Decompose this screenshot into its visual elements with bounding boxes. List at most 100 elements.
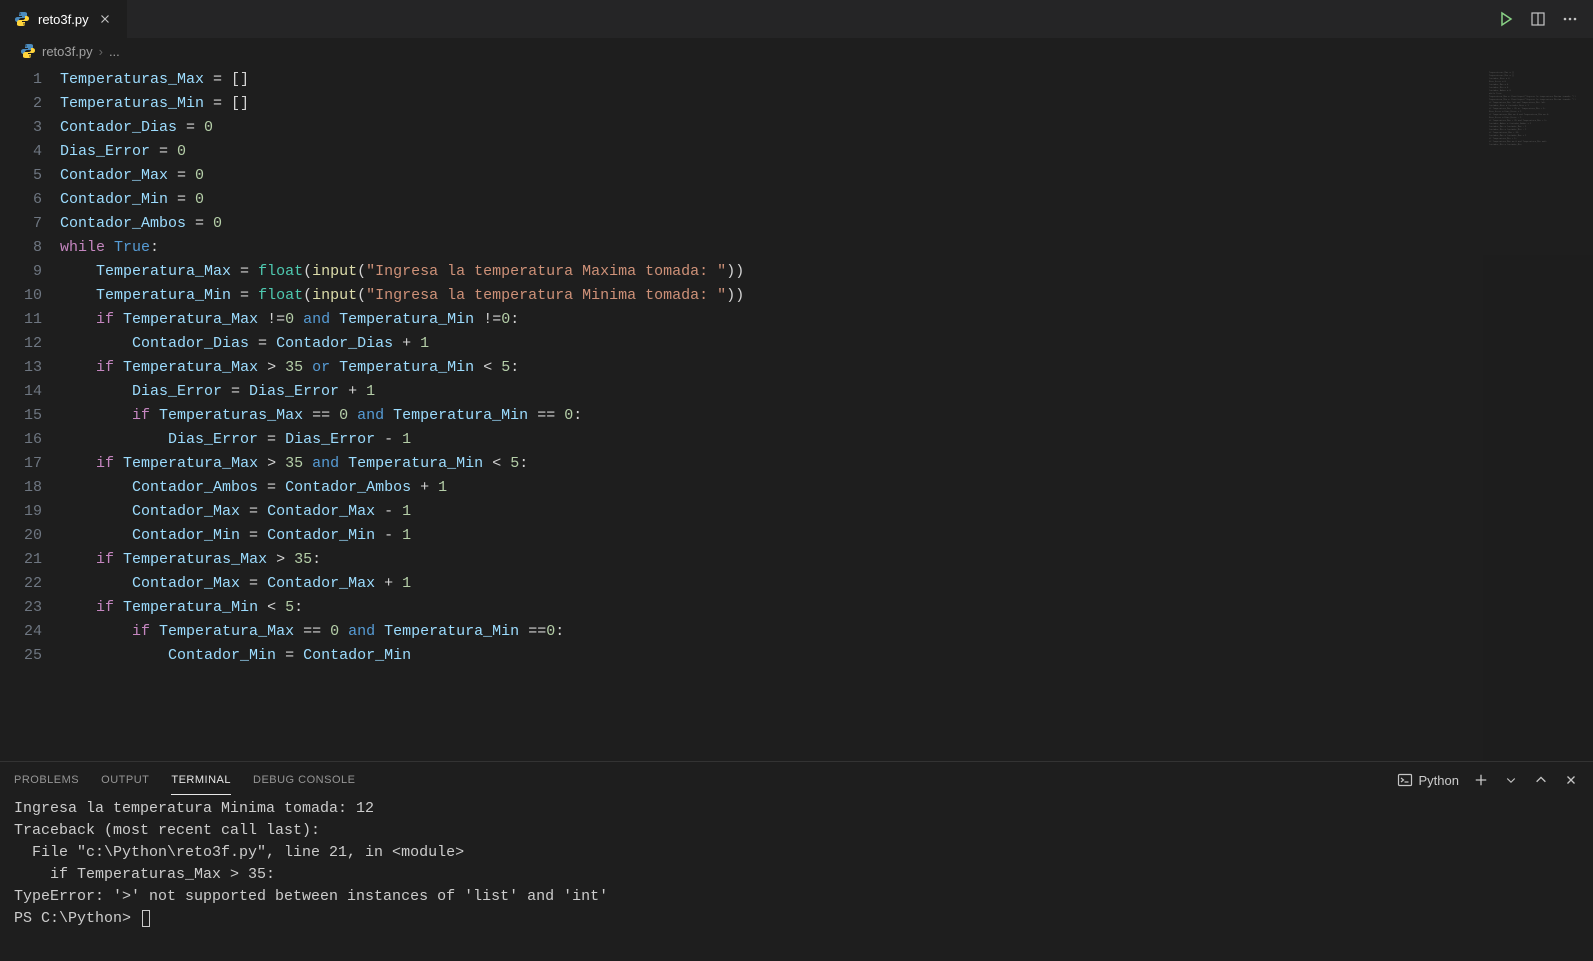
code-content: Contador_Dias = Contador_Dias + 1 — [60, 332, 1483, 356]
tab-problems[interactable]: PROBLEMS — [14, 766, 79, 795]
terminal-prompt[interactable]: PS C:\Python> — [14, 908, 1579, 930]
line-number: 23 — [0, 596, 60, 620]
chevron-right-icon: › — [99, 44, 103, 59]
code-content: Contador_Max = 0 — [60, 164, 1483, 188]
editor-actions — [1497, 10, 1593, 28]
line-number: 7 — [0, 212, 60, 236]
code-line[interactable]: 19 Contador_Max = Contador_Max - 1 — [0, 500, 1483, 524]
line-number: 4 — [0, 140, 60, 164]
line-number: 1 — [0, 68, 60, 92]
code-line[interactable]: 22 Contador_Max = Contador_Max + 1 — [0, 572, 1483, 596]
code-content: Temperaturas_Max = [] — [60, 68, 1483, 92]
panel-tab-group: PROBLEMS OUTPUT TERMINAL DEBUG CONSOLE — [14, 766, 355, 795]
line-number: 16 — [0, 428, 60, 452]
line-number: 25 — [0, 644, 60, 668]
bottom-panel: PROBLEMS OUTPUT TERMINAL DEBUG CONSOLE P… — [0, 761, 1593, 961]
terminal-cursor — [142, 910, 150, 927]
tabs-container: reto3f.py — [0, 0, 128, 38]
code-line[interactable]: 1Temperaturas_Max = [] — [0, 68, 1483, 92]
code-line[interactable]: 13 if Temperatura_Max > 35 or Temperatur… — [0, 356, 1483, 380]
code-line[interactable]: 18 Contador_Ambos = Contador_Ambos + 1 — [0, 476, 1483, 500]
close-panel-icon[interactable] — [1563, 772, 1579, 788]
tab-output[interactable]: OUTPUT — [101, 766, 149, 795]
maximize-panel-icon[interactable] — [1533, 772, 1549, 788]
line-number: 8 — [0, 236, 60, 260]
code-content: if Temperatura_Max == 0 and Temperatura_… — [60, 620, 1483, 644]
code-content: Contador_Min = Contador_Min — [60, 644, 1483, 668]
terminal-shell-selector[interactable]: Python — [1397, 772, 1459, 788]
code-content: if Temperatura_Min < 5: — [60, 596, 1483, 620]
run-icon[interactable] — [1497, 10, 1515, 28]
line-number: 21 — [0, 548, 60, 572]
code-line[interactable]: 23 if Temperatura_Min < 5: — [0, 596, 1483, 620]
line-number: 24 — [0, 620, 60, 644]
code-line[interactable]: 6Contador_Min = 0 — [0, 188, 1483, 212]
code-content: if Temperatura_Max !=0 and Temperatura_M… — [60, 308, 1483, 332]
code-line[interactable]: 21 if Temperaturas_Max > 35: — [0, 548, 1483, 572]
breadcrumb-file[interactable]: reto3f.py — [42, 44, 93, 59]
code-content: if Temperatura_Max > 35 or Temperatura_M… — [60, 356, 1483, 380]
code-line[interactable]: 11 if Temperatura_Max !=0 and Temperatur… — [0, 308, 1483, 332]
code-line[interactable]: 15 if Temperaturas_Max == 0 and Temperat… — [0, 404, 1483, 428]
close-icon[interactable] — [97, 11, 113, 27]
code-content: Temperatura_Min = float(input("Ingresa l… — [60, 284, 1483, 308]
code-content: Contador_Min = 0 — [60, 188, 1483, 212]
code-line[interactable]: 12 Contador_Dias = Contador_Dias + 1 — [0, 332, 1483, 356]
code-content: Dias_Error = 0 — [60, 140, 1483, 164]
code-content: Contador_Max = Contador_Max - 1 — [60, 500, 1483, 524]
code-line[interactable]: 20 Contador_Min = Contador_Min - 1 — [0, 524, 1483, 548]
code-content: Temperatura_Max = float(input("Ingresa l… — [60, 260, 1483, 284]
shell-label: Python — [1419, 773, 1459, 788]
code-line[interactable]: 16 Dias_Error = Dias_Error - 1 — [0, 428, 1483, 452]
code-content: if Temperaturas_Max > 35: — [60, 548, 1483, 572]
line-number: 18 — [0, 476, 60, 500]
tab-reto3f[interactable]: reto3f.py — [0, 0, 128, 38]
line-number: 13 — [0, 356, 60, 380]
code-line[interactable]: 2Temperaturas_Min = [] — [0, 92, 1483, 116]
terminal-dropdown-icon[interactable] — [1503, 772, 1519, 788]
code-content: Contador_Ambos = 0 — [60, 212, 1483, 236]
tab-label: reto3f.py — [38, 12, 89, 27]
code-content: Contador_Dias = 0 — [60, 116, 1483, 140]
line-number: 17 — [0, 452, 60, 476]
code-line[interactable]: 17 if Temperatura_Max > 35 and Temperatu… — [0, 452, 1483, 476]
line-number: 22 — [0, 572, 60, 596]
line-number: 15 — [0, 404, 60, 428]
code-editor[interactable]: 1Temperaturas_Max = []2Temperaturas_Min … — [0, 64, 1483, 761]
code-line[interactable]: 5Contador_Max = 0 — [0, 164, 1483, 188]
code-line[interactable]: 14 Dias_Error = Dias_Error + 1 — [0, 380, 1483, 404]
terminal-line: File "c:\Python\reto3f.py", line 21, in … — [14, 842, 1579, 864]
line-number: 2 — [0, 92, 60, 116]
code-content: Contador_Min = Contador_Min - 1 — [60, 524, 1483, 548]
minimap[interactable]: Temperaturas_Max = []Temperaturas_Min = … — [1483, 64, 1593, 761]
tab-terminal[interactable]: TERMINAL — [171, 766, 231, 795]
code-line[interactable]: 24 if Temperatura_Max == 0 and Temperatu… — [0, 620, 1483, 644]
code-line[interactable]: 4Dias_Error = 0 — [0, 140, 1483, 164]
line-number: 11 — [0, 308, 60, 332]
more-icon[interactable] — [1561, 10, 1579, 28]
split-editor-icon[interactable] — [1529, 10, 1547, 28]
breadcrumb[interactable]: reto3f.py › ... — [0, 38, 1593, 64]
code-line[interactable]: 3Contador_Dias = 0 — [0, 116, 1483, 140]
line-number: 6 — [0, 188, 60, 212]
line-number: 19 — [0, 500, 60, 524]
terminal-output[interactable]: Ingresa la temperatura Minima tomada: 12… — [0, 798, 1593, 961]
code-content: Contador_Max = Contador_Max + 1 — [60, 572, 1483, 596]
code-line[interactable]: 7Contador_Ambos = 0 — [0, 212, 1483, 236]
line-number: 20 — [0, 524, 60, 548]
terminal-line: TypeError: '>' not supported between ins… — [14, 886, 1579, 908]
code-line[interactable]: 9 Temperatura_Max = float(input("Ingresa… — [0, 260, 1483, 284]
code-line[interactable]: 8while True: — [0, 236, 1483, 260]
tab-debug-console[interactable]: DEBUG CONSOLE — [253, 766, 355, 795]
code-line[interactable]: 25 Contador_Min = Contador_Min — [0, 644, 1483, 668]
line-number: 12 — [0, 332, 60, 356]
python-file-icon — [20, 43, 36, 59]
code-content: Dias_Error = Dias_Error + 1 — [60, 380, 1483, 404]
panel-tabs: PROBLEMS OUTPUT TERMINAL DEBUG CONSOLE P… — [0, 762, 1593, 798]
terminal-line: Traceback (most recent call last): — [14, 820, 1579, 842]
editor-area: 1Temperaturas_Max = []2Temperaturas_Min … — [0, 64, 1593, 761]
code-content: if Temperatura_Max > 35 and Temperatura_… — [60, 452, 1483, 476]
new-terminal-icon[interactable] — [1473, 772, 1489, 788]
code-line[interactable]: 10 Temperatura_Min = float(input("Ingres… — [0, 284, 1483, 308]
line-number: 14 — [0, 380, 60, 404]
